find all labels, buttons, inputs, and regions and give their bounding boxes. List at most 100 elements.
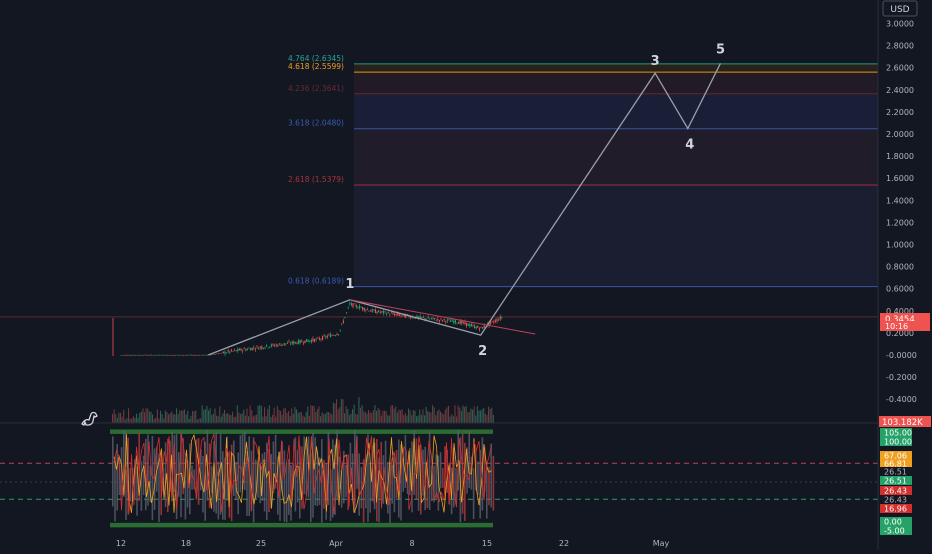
oscillator-bar	[233, 440, 235, 496]
volume-bar	[456, 416, 458, 423]
candle-body	[432, 317, 434, 319]
wave-label-2: 2	[478, 344, 487, 359]
volume-bar	[398, 409, 400, 423]
volume-bar	[212, 413, 214, 423]
volume-bar	[214, 408, 216, 423]
volume-bar	[424, 415, 426, 423]
volume-bar	[280, 411, 282, 423]
countdown-value: 10:16	[885, 322, 908, 331]
candle-body	[374, 309, 376, 313]
volume-bar	[203, 409, 205, 423]
candle-body	[203, 354, 205, 356]
oscillator-bar	[114, 457, 116, 522]
volume-bar	[272, 414, 274, 423]
oscillator-bar	[398, 439, 400, 518]
candle-body	[282, 344, 284, 346]
candle-body	[419, 315, 421, 318]
volume-bar	[150, 411, 152, 423]
volume-bar	[403, 415, 405, 423]
candle-body	[173, 354, 175, 356]
volume-bar	[196, 419, 198, 423]
volume-bar	[393, 408, 395, 423]
volume-bar	[256, 414, 258, 423]
oscillator-bar	[393, 452, 396, 513]
volume-bar	[379, 409, 381, 423]
volume-bar	[291, 408, 293, 423]
volume-bar	[137, 417, 139, 423]
volume-bar	[289, 416, 291, 423]
fib-band	[354, 72, 878, 94]
volume-bar	[264, 407, 266, 423]
volume-bar	[296, 409, 298, 423]
volume-bar	[222, 413, 224, 423]
candle-body	[182, 355, 184, 356]
candle-body	[224, 351, 226, 354]
oscillator-bar	[285, 461, 288, 523]
volume-bar	[180, 410, 182, 423]
candle-body	[170, 355, 172, 356]
candle-body	[301, 341, 303, 343]
volume-bar	[332, 402, 334, 423]
volume-bar	[254, 415, 256, 423]
price-tick-label: 2.4000	[886, 86, 914, 95]
time-tick-label: 12	[116, 539, 126, 548]
candle-body	[347, 307, 349, 308]
candle-body	[293, 341, 295, 344]
volume-bar	[169, 413, 171, 423]
volume-bar	[172, 414, 174, 423]
tradingview-chart[interactable]: 0.618 (0.6189) 2.618 (1.5379) 3.618 (2.048…	[0, 0, 932, 550]
volume-bar	[116, 417, 118, 423]
candle-body	[278, 343, 280, 345]
candle-body	[275, 344, 277, 346]
candle-body	[254, 349, 256, 350]
volume-bar	[467, 412, 469, 423]
volume-bar	[400, 410, 402, 423]
price-tick-label: 2.0000	[886, 130, 914, 139]
candle-body	[422, 317, 424, 318]
candle-body	[474, 325, 476, 329]
candle-body	[128, 355, 130, 356]
volume-bar	[224, 409, 226, 423]
candle-body	[242, 350, 244, 352]
candle-body	[158, 354, 160, 356]
candle-body	[179, 354, 181, 356]
candle-body	[325, 336, 327, 338]
volume-bar	[217, 416, 219, 423]
volume-bar	[441, 413, 443, 423]
volume-bar	[123, 409, 125, 423]
volume-bar	[446, 407, 448, 423]
volume-bar	[192, 411, 194, 423]
volume-bar	[412, 409, 414, 423]
volume-bar	[406, 415, 408, 423]
oscillator-bar	[288, 458, 290, 515]
candle-body	[491, 321, 493, 322]
candle-body	[168, 355, 170, 356]
volume-bar	[382, 410, 384, 423]
candle-body	[131, 354, 133, 356]
oscillator-bar	[151, 435, 154, 521]
price-tick-label: 0.8000	[886, 263, 914, 272]
candle-body	[288, 341, 290, 343]
volume-bar	[468, 412, 470, 423]
volume-bar	[420, 414, 422, 423]
candle-body	[270, 344, 272, 347]
candle-body	[309, 340, 311, 342]
volume-bar	[422, 409, 424, 423]
price-tick-label: 3.0000	[886, 20, 914, 29]
volume-bar	[187, 410, 189, 423]
candle-body	[205, 354, 207, 356]
wave-label-5: 5	[716, 42, 725, 57]
candle-body	[315, 338, 317, 340]
volume-bar	[219, 406, 221, 423]
volume-bar	[324, 413, 326, 423]
volume-bar	[265, 416, 267, 423]
candle-body	[122, 354, 124, 356]
candle-body	[366, 309, 368, 310]
volume-bar	[228, 414, 230, 423]
time-tick-label: Apr	[329, 539, 344, 548]
volume-bar	[315, 411, 317, 423]
candle-body	[354, 303, 356, 305]
volume-bar	[339, 407, 341, 423]
candle-body	[202, 354, 204, 356]
candle-body	[125, 354, 127, 356]
